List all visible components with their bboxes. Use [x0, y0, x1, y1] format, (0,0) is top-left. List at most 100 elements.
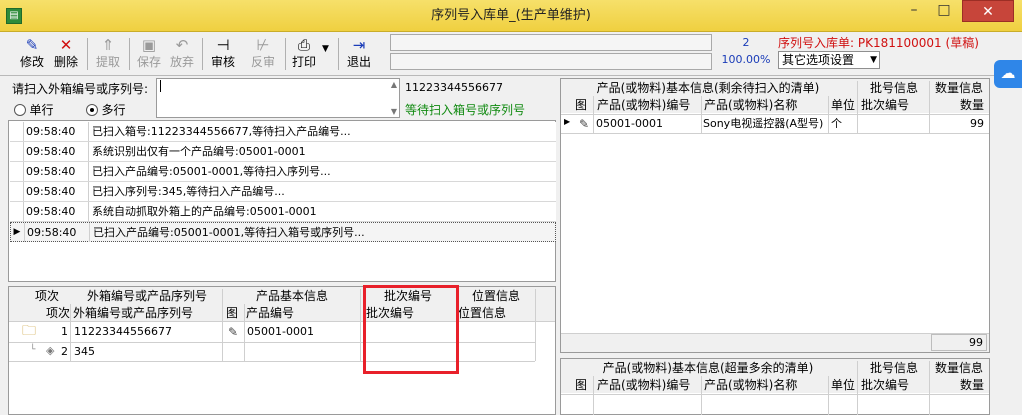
print-dropdown-arrow-icon[interactable]: ▼	[322, 44, 329, 54]
save-button[interactable]: ▣ 保存	[133, 36, 165, 72]
detail-subheader-box-serial: 外箱编号或产品序列号	[73, 306, 221, 321]
grid-line	[561, 394, 989, 395]
radio-multi-row[interactable]: 多行	[86, 101, 126, 118]
grid-line	[857, 81, 858, 133]
log-row[interactable]: 09:58:40 系统自动抓取外箱上的产品编号:05001-0001	[10, 202, 556, 222]
pencil-icon[interactable]: ✎	[226, 325, 240, 339]
detail-row-product-code[interactable]: 05001-0001	[247, 323, 314, 341]
excess-header-product: 产品(或物料)基本信息(超量多余的清单)	[572, 361, 844, 376]
extract-button[interactable]: ⇑ 提取	[92, 36, 124, 72]
exit-button[interactable]: ⇥ 退出	[343, 36, 375, 72]
grid-line	[70, 304, 71, 361]
pending-row-unit: 个	[831, 117, 842, 130]
detail-row-index: 1	[61, 325, 68, 338]
pending-subheader-code: 产品(或物料)编号	[597, 98, 701, 113]
discard-button[interactable]: ↶ 放弃	[166, 36, 198, 72]
window-title: 序列号入库单_(生产单维护)	[431, 8, 591, 23]
log-row[interactable]: 09:58:40 已扫入箱号:11223344556677,等待扫入产品编号..…	[10, 122, 556, 142]
grid-line	[9, 321, 555, 322]
maximize-button[interactable]: □	[930, 0, 958, 22]
grid-line	[561, 133, 989, 134]
delete-button[interactable]: ✕ 删除	[50, 36, 82, 72]
radio-single-row[interactable]: 单行	[14, 101, 54, 118]
detail-subheader-image: 图	[226, 306, 244, 321]
scan-input[interactable]: ▲ ▼	[156, 78, 400, 118]
undo-icon: ↶	[175, 36, 189, 54]
pending-header-quantity: 数量信息	[930, 81, 988, 96]
excess-subheader-name: 产品(或物料)名称	[704, 378, 828, 393]
pencil-icon[interactable]: ✎	[577, 117, 591, 131]
box-icon[interactable]: ◈	[46, 344, 54, 357]
scan-hint: 等待扫入箱号或序列号	[405, 103, 526, 117]
save-icon: ▣	[141, 36, 157, 54]
scan-label: 请扫入外箱编号或序列号:	[12, 82, 149, 96]
pending-subheader-quantity: 数量	[932, 98, 984, 113]
detail-row-box-serial[interactable]: 11223344556677	[74, 323, 172, 341]
tree-branch-icon: └	[30, 345, 36, 355]
grid-line	[828, 96, 829, 133]
pending-subheader-batch: 批次编号	[861, 98, 929, 113]
chevron-down-icon: ▼	[870, 55, 877, 65]
log-row[interactable]: 09:58:40 系统识别出仅有一个产品编号:05001-0001	[10, 142, 556, 162]
log-row[interactable]: 09:58:40 已扫入序列号:345,等待扫入产品编号...	[10, 182, 556, 202]
pending-footer	[561, 333, 989, 352]
pending-subheader-name: 产品(或物料)名称	[704, 98, 828, 113]
print-button[interactable]: ⎙ 打印	[289, 36, 319, 72]
pending-row-quantity: 99	[970, 117, 984, 130]
printer-icon: ⎙	[297, 36, 310, 54]
audit-button[interactable]: ⊣ 审核	[207, 36, 239, 72]
detail-header-index: 项次	[24, 289, 70, 304]
close-button[interactable]: ✕	[962, 0, 1014, 22]
batch-column-highlight	[363, 285, 459, 374]
log-row-selected[interactable]: ▶ 09:58:40 已扫入产品编号:05001-0001,等待扫入箱号或序列号…	[10, 222, 556, 242]
pending-total-quantity: 99	[931, 334, 987, 351]
toolbar-separator	[202, 38, 203, 70]
float-cloud-icon[interactable]: ☁	[994, 60, 1022, 88]
edit-icon: ✎	[25, 36, 39, 54]
detail-subheader-index: 项次	[42, 306, 70, 321]
detail-header-box-serial: 外箱编号或产品序列号	[72, 289, 222, 304]
detail-row-index: 2	[61, 345, 68, 358]
text-cursor	[160, 80, 161, 92]
row-pointer-icon: ▶	[13, 227, 21, 237]
grid-line	[701, 376, 702, 415]
detail-subheader-location: 位置信息	[458, 306, 534, 321]
options-select[interactable]: 其它选项设置 ▼	[778, 51, 880, 69]
excess-subheader-image: 图	[575, 378, 593, 393]
status-bar-bottom	[390, 53, 712, 70]
unaudit-button[interactable]: ⊬ 反审	[247, 36, 279, 72]
toolbar-separator	[87, 38, 88, 70]
grid-line	[222, 289, 223, 361]
pending-subheader-image: 图	[575, 98, 593, 113]
pending-row-code[interactable]: 05001-0001	[596, 115, 663, 133]
extract-icon: ⇑	[101, 36, 115, 54]
radio-icon	[14, 103, 26, 116]
log-row[interactable]: 09:58:40 已扫入产品编号:05001-0001,等待扫入序列号...	[10, 162, 556, 182]
grid-line	[593, 376, 594, 415]
grid-line	[593, 96, 594, 133]
excess-subheader-quantity: 数量	[932, 378, 984, 393]
detail-header-product: 产品基本信息	[224, 289, 360, 304]
detail-header-location: 位置信息	[458, 289, 534, 304]
status-bar-top	[390, 34, 712, 51]
grid-line	[929, 361, 930, 415]
detail-subheader-product-code: 产品编号	[246, 306, 356, 321]
exit-icon: ⇥	[352, 36, 366, 54]
unaudit-icon: ⊬	[256, 36, 270, 54]
pending-row-name[interactable]: Sony电视遥控器(A型号)	[703, 115, 823, 133]
scroll-up-icon[interactable]: ▲	[391, 80, 397, 89]
excess-subheader-batch: 批次编号	[861, 378, 929, 393]
scroll-down-icon[interactable]: ▼	[391, 107, 397, 116]
excess-header-quantity: 数量信息	[930, 361, 988, 376]
minimize-button[interactable]: –	[900, 0, 928, 22]
folder-icon[interactable]: 🗀	[22, 324, 36, 338]
pending-header-product: 产品(或物料)基本信息(剩余待扫入的清单)	[572, 81, 844, 96]
modify-button[interactable]: ✎ 修改	[16, 36, 48, 72]
excess-header-batch: 批号信息	[858, 361, 930, 376]
grid-line	[828, 376, 829, 415]
detail-row-box-serial[interactable]: 345	[74, 343, 95, 361]
last-scanned-value: 11223344556677	[405, 81, 503, 94]
pending-header-batch: 批号信息	[858, 81, 930, 96]
radio-checked-icon	[86, 103, 98, 116]
toolbar-separator	[129, 38, 130, 70]
